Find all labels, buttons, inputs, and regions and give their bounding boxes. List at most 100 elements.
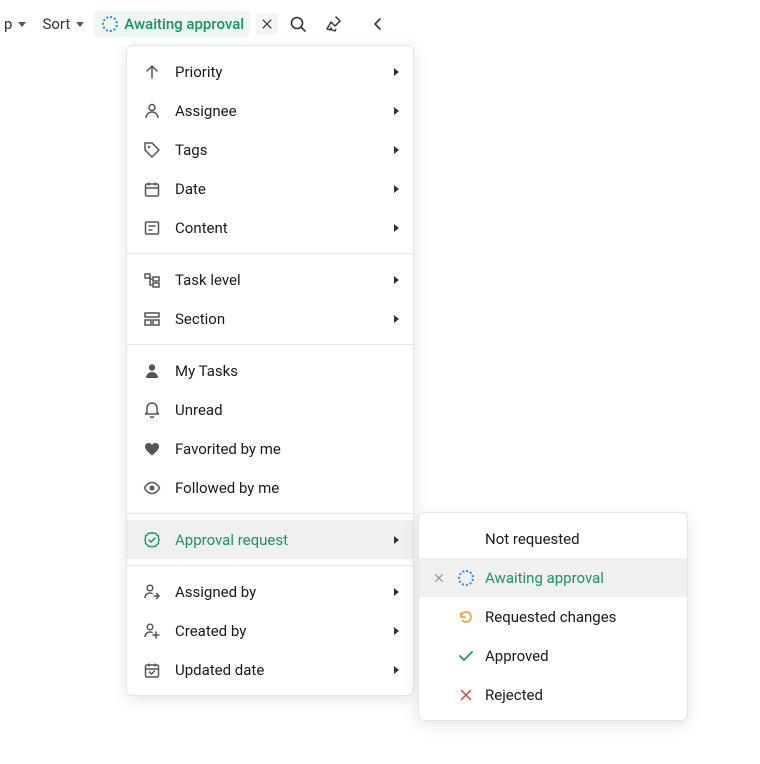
menu-item-content[interactable]: Content (127, 208, 413, 247)
check-spacer (431, 687, 447, 703)
chevron-right-icon (394, 315, 399, 323)
submenu-item-label: Requested changes (485, 608, 673, 626)
sort-label: Sort (42, 15, 70, 33)
chevron-right-icon (394, 68, 399, 76)
submenu-item-label: Rejected (485, 686, 673, 704)
menu-item-task-level[interactable]: Task level (127, 260, 413, 299)
filter-menu: Priority Assignee Tags Date Content Task leve… (126, 45, 414, 696)
menu-item-label: Date (175, 180, 380, 198)
search-icon (289, 15, 307, 33)
active-filter-chip[interactable]: Awaiting approval (94, 11, 250, 37)
menu-item-label: Priority (175, 63, 380, 81)
status-icon (457, 569, 475, 587)
broom-icon (325, 15, 343, 33)
updated-date-icon (143, 661, 161, 679)
menu-separator (127, 253, 413, 254)
menu-item-created-by[interactable]: Created by (127, 611, 413, 650)
menu-item-label: Unread (175, 401, 399, 419)
assigned-by-icon (143, 583, 161, 601)
menu-separator (127, 513, 413, 514)
menu-item-section[interactable]: Section (127, 299, 413, 338)
bell-icon (143, 401, 161, 419)
menu-item-label: Favorited by me (175, 440, 399, 458)
submenu-item-approved[interactable]: Approved (419, 636, 687, 675)
awaiting-icon (458, 570, 474, 586)
toolbar: p Sort Awaiting approval (0, 0, 760, 48)
menu-item-priority[interactable]: Priority (127, 52, 413, 91)
check-spacer (431, 531, 447, 547)
chevron-left-icon (369, 15, 387, 33)
menu-item-tags[interactable]: Tags (127, 130, 413, 169)
menu-item-assignee[interactable]: Assignee (127, 91, 413, 130)
menu-item-label: Task level (175, 271, 380, 289)
menu-item-label: Updated date (175, 661, 380, 679)
menu-item-updated-date[interactable]: Updated date (127, 650, 413, 689)
menu-item-date[interactable]: Date (127, 169, 413, 208)
toolbar-truncated-item[interactable]: p (4, 11, 32, 37)
sort-button[interactable]: Sort (36, 11, 90, 37)
submenu-item-not-requested[interactable]: Not requested (419, 519, 687, 558)
awaiting-icon (102, 16, 118, 32)
approval-icon (143, 531, 161, 549)
caret-down-icon (18, 22, 26, 27)
submenu-item-label: Not requested (485, 530, 673, 548)
spacer (457, 530, 475, 548)
x-icon (458, 687, 474, 703)
section-icon (143, 310, 161, 328)
chevron-right-icon (394, 536, 399, 544)
check-spacer (431, 609, 447, 625)
content-icon (143, 219, 161, 237)
menu-item-label: Section (175, 310, 380, 328)
menu-item-label: Content (175, 219, 380, 237)
chevron-right-icon (394, 627, 399, 635)
task-level-icon (143, 271, 161, 289)
arrow-up-icon (143, 63, 161, 81)
undo-icon (457, 608, 475, 626)
person-icon (143, 102, 161, 120)
menu-item-label: Created by (175, 622, 380, 640)
menu-item-my-tasks[interactable]: My Tasks (127, 351, 413, 390)
filter-chip-close[interactable] (256, 13, 278, 35)
tag-icon (143, 141, 161, 159)
search-button[interactable] (282, 8, 314, 40)
submenu-item-requested-changes[interactable]: Requested changes (419, 597, 687, 636)
menu-item-label: Assignee (175, 102, 380, 120)
submenu-item-label: Approved (485, 647, 673, 665)
menu-item-approval-request[interactable]: Approval request (127, 520, 413, 559)
menu-separator (127, 344, 413, 345)
menu-item-assigned-by[interactable]: Assigned by (127, 572, 413, 611)
submenu-item-awaiting-approval[interactable]: Awaiting approval (419, 558, 687, 597)
chevron-right-icon (394, 666, 399, 674)
menu-item-label: Assigned by (175, 583, 380, 601)
chevron-right-icon (394, 588, 399, 596)
menu-item-label: Tags (175, 141, 380, 159)
menu-item-label: Approval request (175, 531, 380, 549)
created-by-icon (143, 622, 161, 640)
status-icon (457, 530, 475, 548)
submenu-item-rejected[interactable]: Rejected (419, 675, 687, 714)
check-icon (457, 647, 475, 665)
chevron-right-icon (394, 146, 399, 154)
collapse-button[interactable] (362, 8, 394, 40)
status-icon (457, 647, 475, 665)
chevron-right-icon (394, 276, 399, 284)
close-icon (260, 17, 274, 31)
menu-separator (127, 565, 413, 566)
status-icon (457, 608, 475, 626)
calendar-icon (143, 180, 161, 198)
eye-icon (143, 479, 161, 497)
menu-item-favorited-by-me[interactable]: Favorited by me (127, 429, 413, 468)
chevron-right-icon (394, 224, 399, 232)
person-solid-icon (143, 362, 161, 380)
approval-submenu: Not requested Awaiting approval Requested … (418, 512, 688, 721)
menu-item-unread[interactable]: Unread (127, 390, 413, 429)
status-icon (457, 686, 475, 704)
caret-down-icon (76, 22, 84, 27)
chevron-right-icon (394, 185, 399, 193)
menu-item-label: My Tasks (175, 362, 399, 380)
selected-check-icon (431, 570, 447, 586)
clear-button[interactable] (318, 8, 350, 40)
menu-item-followed-by-me[interactable]: Followed by me (127, 468, 413, 507)
chevron-right-icon (394, 107, 399, 115)
check-spacer (431, 648, 447, 664)
